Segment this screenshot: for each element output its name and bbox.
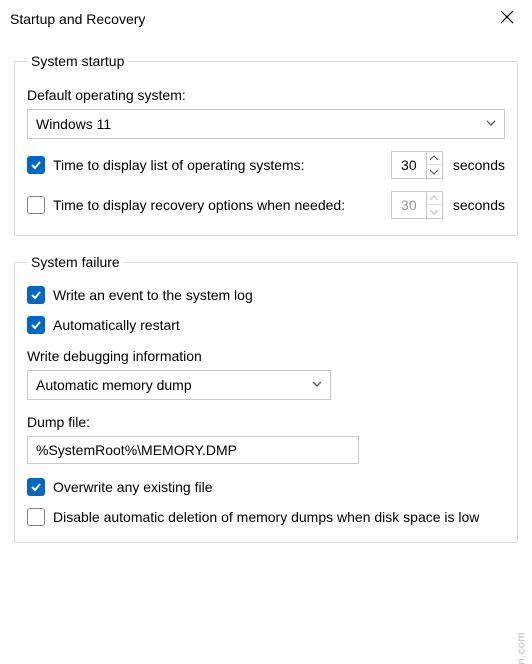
- auto-restart-label: Automatically restart: [53, 317, 180, 333]
- debug-info-select[interactable]: Automatic memory dump: [27, 370, 331, 400]
- check-icon: [30, 481, 42, 493]
- default-os-select[interactable]: Windows 11: [27, 109, 505, 139]
- caret-down-icon: [430, 169, 438, 175]
- display-list-row: Time to display list of operating system…: [27, 151, 505, 179]
- display-list-checkbox[interactable]: [27, 156, 45, 174]
- system-startup-legend: System startup: [27, 53, 128, 69]
- auto-restart-checkbox[interactable]: [27, 316, 45, 334]
- chevron-down-icon: [485, 116, 497, 132]
- recovery-options-label: Time to display recovery options when ne…: [53, 197, 345, 213]
- dump-file-label: Dump file:: [27, 414, 505, 430]
- system-startup-group: System startup Default operating system:…: [14, 53, 518, 236]
- caret-up-icon: [430, 155, 438, 161]
- spin-up-button: [427, 192, 442, 205]
- debug-info-value: Automatic memory dump: [36, 377, 192, 393]
- caret-down-icon: [430, 209, 438, 215]
- recovery-options-checkbox[interactable]: [27, 196, 45, 214]
- recovery-options-unit: seconds: [453, 197, 505, 213]
- display-list-spinner[interactable]: [391, 151, 443, 179]
- close-button[interactable]: [494, 8, 520, 29]
- recovery-options-value: [392, 192, 426, 218]
- disable-delete-row: Disable automatic deletion of memory dum…: [27, 508, 505, 526]
- spin-up-button[interactable]: [427, 152, 442, 165]
- window-title: Startup and Recovery: [10, 11, 145, 27]
- write-event-checkbox[interactable]: [27, 286, 45, 304]
- display-list-unit: seconds: [453, 157, 505, 173]
- recovery-options-row: Time to display recovery options when ne…: [27, 191, 505, 219]
- disable-delete-label: Disable automatic deletion of memory dum…: [53, 509, 479, 525]
- overwrite-row: Overwrite any existing file: [27, 478, 505, 496]
- debug-info-label: Write debugging information: [27, 348, 505, 364]
- check-icon: [30, 289, 42, 301]
- system-failure-group: System failure Write an event to the sys…: [14, 254, 518, 543]
- display-list-label: Time to display list of operating system…: [53, 157, 305, 173]
- recovery-options-spinner: [391, 191, 443, 219]
- watermark: wsxdn.com: [516, 632, 528, 664]
- titlebar: Startup and Recovery: [0, 0, 532, 35]
- write-event-label: Write an event to the system log: [53, 287, 253, 303]
- spin-down-button: [427, 205, 442, 218]
- check-icon: [30, 159, 42, 171]
- write-event-row: Write an event to the system log: [27, 286, 505, 304]
- auto-restart-row: Automatically restart: [27, 316, 505, 334]
- check-icon: [30, 319, 42, 331]
- disable-delete-checkbox[interactable]: [27, 508, 45, 526]
- overwrite-checkbox[interactable]: [27, 478, 45, 496]
- overwrite-label: Overwrite any existing file: [53, 479, 213, 495]
- spin-down-button[interactable]: [427, 165, 442, 178]
- default-os-value: Windows 11: [36, 116, 111, 132]
- dump-file-input[interactable]: %SystemRoot%\MEMORY.DMP: [27, 436, 359, 464]
- caret-up-icon: [430, 195, 438, 201]
- default-os-label: Default operating system:: [27, 87, 505, 103]
- close-icon: [500, 10, 514, 24]
- display-list-value[interactable]: [392, 152, 426, 178]
- chevron-down-icon: [311, 377, 323, 393]
- system-failure-legend: System failure: [27, 254, 124, 270]
- dump-file-value: %SystemRoot%\MEMORY.DMP: [36, 442, 237, 458]
